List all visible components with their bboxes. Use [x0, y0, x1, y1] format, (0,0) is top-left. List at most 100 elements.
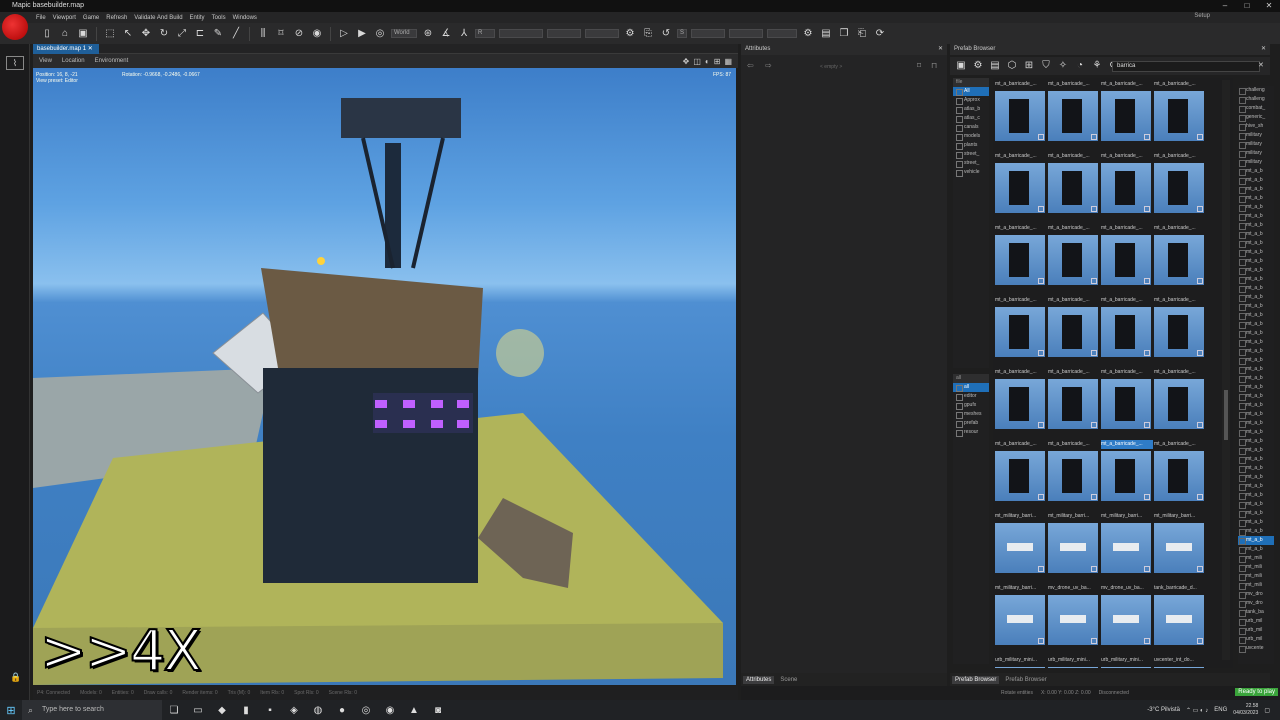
prefab-list-item[interactable]: mt_a_b: [1238, 392, 1274, 401]
forward-arrow-icon[interactable]: ⇨: [765, 61, 772, 70]
viewport-view-menu[interactable]: View: [39, 58, 52, 64]
light-icon[interactable]: ✧: [1056, 59, 1070, 73]
prefab-checkbox[interactable]: [1038, 638, 1044, 644]
prefab-list-item[interactable]: tank_ba: [1238, 608, 1274, 617]
prefab-thumbnail[interactable]: mv_drone_uv_ba...: [1048, 584, 1100, 654]
prefab-checkbox[interactable]: [1038, 494, 1044, 500]
prefab-list-item[interactable]: mt_a_b: [1238, 365, 1274, 374]
prefab-list-item[interactable]: mt_a_b: [1238, 257, 1274, 266]
menu-entity[interactable]: Entity: [190, 15, 205, 21]
prefab-list-item[interactable]: mt_a_b: [1238, 401, 1274, 410]
prefab-checkbox[interactable]: [1091, 206, 1097, 212]
prefab-list-item[interactable]: urb_mil: [1238, 626, 1274, 635]
tab-basebuilder-map[interactable]: basebuilder.map 1 ✕: [33, 44, 99, 54]
map-icon[interactable]: ⌇: [6, 56, 24, 70]
lock-icon[interactable]: 🔒: [10, 672, 21, 683]
new-file-icon[interactable]: ▯: [40, 27, 54, 41]
prefab-list-item[interactable]: mt_a_b: [1238, 500, 1274, 509]
prefab-thumbnail[interactable]: mt_a_barricade_...: [1048, 224, 1100, 294]
prefab-checkbox[interactable]: [1038, 278, 1044, 284]
prefab-list-item[interactable]: mt_a_b: [1238, 473, 1274, 482]
notification-icon[interactable]: ▢: [1264, 707, 1270, 714]
prefab-checkbox[interactable]: [1197, 350, 1203, 356]
prefab-list-item[interactable]: mt_a_b: [1238, 491, 1274, 500]
attributes-close-icon[interactable]: ✕: [938, 44, 943, 55]
prefab-list-item[interactable]: mt_a_b: [1238, 212, 1274, 221]
prefab-thumbnail[interactable]: mt_a_barricade_...: [1048, 80, 1100, 150]
prefab-list-item[interactable]: mt_a_b: [1238, 329, 1274, 338]
grid-icon[interactable]: ⊞: [714, 57, 721, 66]
prefab-thumbnail[interactable]: mt_a_barricade_...: [1101, 80, 1153, 150]
prefab-thumbnail[interactable]: mt_a_barricade_...: [1048, 296, 1100, 366]
prefab-thumbnail[interactable]: mt_military_barri...: [995, 512, 1047, 582]
prefab-list-item[interactable]: mt_mili: [1238, 581, 1274, 590]
prefab-checkbox[interactable]: [1038, 206, 1044, 212]
prefab-checkbox[interactable]: [1197, 494, 1203, 500]
tree-item[interactable]: plants: [953, 141, 989, 150]
eye-icon[interactable]: ◉: [310, 27, 324, 41]
prefab-checkbox[interactable]: [1038, 350, 1044, 356]
prefab-checkbox[interactable]: [1144, 638, 1150, 644]
menu-file[interactable]: File: [36, 15, 46, 21]
prefab-list-item[interactable]: mt_a_b: [1238, 347, 1274, 356]
prefab-list-item[interactable]: mt_a_b: [1238, 518, 1274, 527]
tab-attributes[interactable]: Attributes: [743, 675, 775, 684]
menu-windows[interactable]: Windows: [233, 15, 257, 21]
prefab-checkbox[interactable]: [1197, 206, 1203, 212]
export-icon[interactable]: ⎘: [641, 27, 655, 41]
weather-label[interactable]: -3°C Pilvistä: [1147, 707, 1180, 713]
prefab-list-item[interactable]: mt_a_b: [1238, 437, 1274, 446]
tree-item[interactable]: All: [953, 87, 989, 96]
prefab-checkbox[interactable]: [1197, 422, 1203, 428]
scale-step-field[interactable]: [691, 29, 725, 38]
prefab-thumbnail[interactable]: mt_a_barricade_...: [1154, 296, 1206, 366]
extra-field[interactable]: [767, 29, 797, 38]
filter-icon[interactable]: ⛉: [1039, 59, 1053, 73]
prefab-list-item[interactable]: mt_mili: [1238, 554, 1274, 563]
prefab-thumbnail[interactable]: mt_a_barricade_...: [1154, 368, 1206, 438]
prefab-thumbnail[interactable]: mt_a_barricade_...: [1101, 296, 1153, 366]
prefab-list-item[interactable]: mt_a_b: [1238, 383, 1274, 392]
file-explorer-icon[interactable]: ▭: [186, 705, 210, 716]
prefab-list-item[interactable]: generic_: [1238, 113, 1274, 122]
lightbulb-icon[interactable]: ◔: [1073, 59, 1087, 73]
taskbar-search[interactable]: ⌕ Type here to search: [22, 700, 162, 720]
tab-prefab-browser[interactable]: Prefab Browser: [952, 675, 1000, 684]
tree-item[interactable]: meshes: [953, 410, 989, 419]
prefab-list-item[interactable]: uvcente: [1238, 644, 1274, 653]
prefab-thumbnail[interactable]: mt_a_barricade_...: [995, 224, 1047, 294]
prefab-list-item[interactable]: mt_a_b: [1238, 464, 1274, 473]
prefab-list-item[interactable]: mt_a_b: [1238, 455, 1274, 464]
paste-icon[interactable]: ⎗: [855, 27, 869, 41]
scale-snap-field[interactable]: S: [677, 29, 687, 38]
prefab-close-icon[interactable]: ✕: [1261, 44, 1266, 55]
tree-item[interactable]: atlas_b: [953, 105, 989, 114]
windows-start-icon[interactable]: ⊞: [0, 704, 22, 717]
prefab-checkbox[interactable]: [1144, 206, 1150, 212]
prefab-thumbnail[interactable]: mt_military_barri...: [995, 584, 1047, 654]
refresh-icon[interactable]: ⟳: [873, 27, 887, 41]
settings-icon[interactable]: ⚙: [971, 59, 985, 73]
app-icon[interactable]: ◈: [282, 705, 306, 716]
prefab-list-item[interactable]: military: [1238, 149, 1274, 158]
prefab-checkbox[interactable]: [1144, 422, 1150, 428]
prefab-checkbox[interactable]: [1091, 638, 1097, 644]
prefab-thumbnail[interactable]: mt_a_barricade_...: [1048, 368, 1100, 438]
prefab-thumbnail[interactable]: mv_drone_uv_ba...: [1101, 584, 1153, 654]
app-icon[interactable]: ▮: [234, 705, 258, 716]
task-view-icon[interactable]: ❏: [162, 705, 186, 716]
pin-icon[interactable]: ⌑: [917, 61, 921, 70]
pointer-icon[interactable]: ↖: [121, 27, 135, 41]
prefab-thumbnail[interactable]: urb_military_mini...: [1048, 656, 1100, 668]
prefab-list-item[interactable]: military: [1238, 158, 1274, 167]
prefab-list-item[interactable]: mt_a_b: [1238, 266, 1274, 275]
lighting-icon[interactable]: ◐: [705, 57, 710, 66]
fx-icon[interactable]: ⚘: [1090, 59, 1104, 73]
select-tool-icon[interactable]: ⬚: [103, 27, 117, 41]
prefab-thumbnail[interactable]: mt_a_barricade_...: [995, 80, 1047, 150]
tree-item[interactable]: gpufx: [953, 401, 989, 410]
prefab-checkbox[interactable]: [1038, 566, 1044, 572]
sliders-icon[interactable]: ⫼: [256, 27, 270, 41]
prefab-list-item[interactable]: hive_sh: [1238, 122, 1274, 131]
undo-icon[interactable]: ↺: [659, 27, 673, 41]
